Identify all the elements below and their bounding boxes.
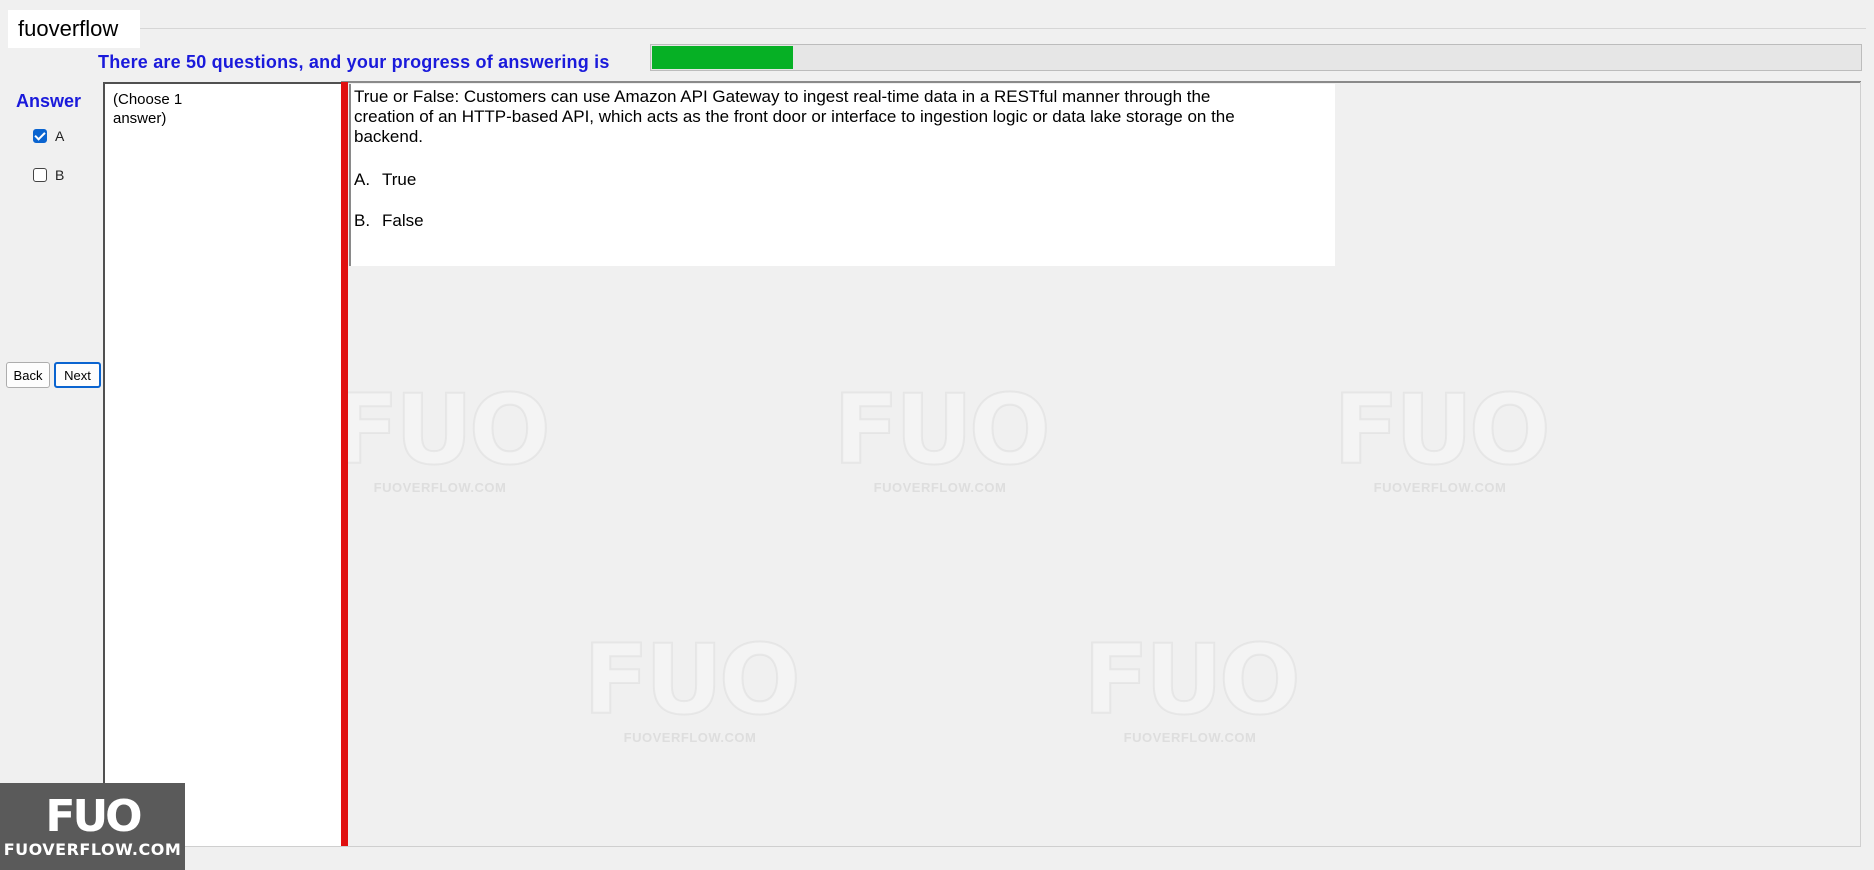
watermark: FUOFUOVERFLOW.COM [1082, 624, 1301, 745]
watermark: FUOFUOVERFLOW.COM [832, 374, 1051, 495]
main-right-border [1860, 82, 1861, 847]
question-choice-b: B. False [354, 211, 424, 230]
progress-bar-fill [652, 46, 793, 69]
answer-title: Answer [16, 91, 82, 111]
window-title: fuoverflow [8, 10, 140, 48]
back-button[interactable]: Back [6, 362, 50, 388]
question-choice-a: A. True [354, 170, 417, 189]
answer-option-b[interactable]: B [33, 167, 64, 183]
progress-label: There are 50 questions, and your progres… [98, 52, 610, 72]
instruction-text: (Choose 1 answer) [113, 91, 183, 127]
answer-option-a[interactable]: A [33, 128, 64, 144]
main-top-border [341, 81, 1861, 83]
answer-checkbox-b[interactable] [33, 168, 47, 182]
corner-logo: FUO FUOVERFLOW.COM [0, 783, 185, 870]
main-bottom-border [103, 846, 1861, 847]
watermark: FUOFUOVERFLOW.COM [332, 374, 551, 495]
red-divider [341, 82, 348, 846]
progress-bar [650, 44, 1862, 71]
question-text: True or False: Customers can use Amazon … [354, 87, 1235, 146]
watermark: FUOFUOVERFLOW.COM [1332, 374, 1551, 495]
watermark: FUOFUOVERFLOW.COM [582, 624, 801, 745]
top-divider [8, 28, 1866, 29]
answer-checkbox-a[interactable] [33, 129, 47, 143]
next-button[interactable]: Next [54, 362, 101, 388]
answer-option-a-label: A [55, 128, 65, 144]
instruction-panel [103, 82, 341, 847]
answer-option-b-label: B [55, 167, 65, 183]
